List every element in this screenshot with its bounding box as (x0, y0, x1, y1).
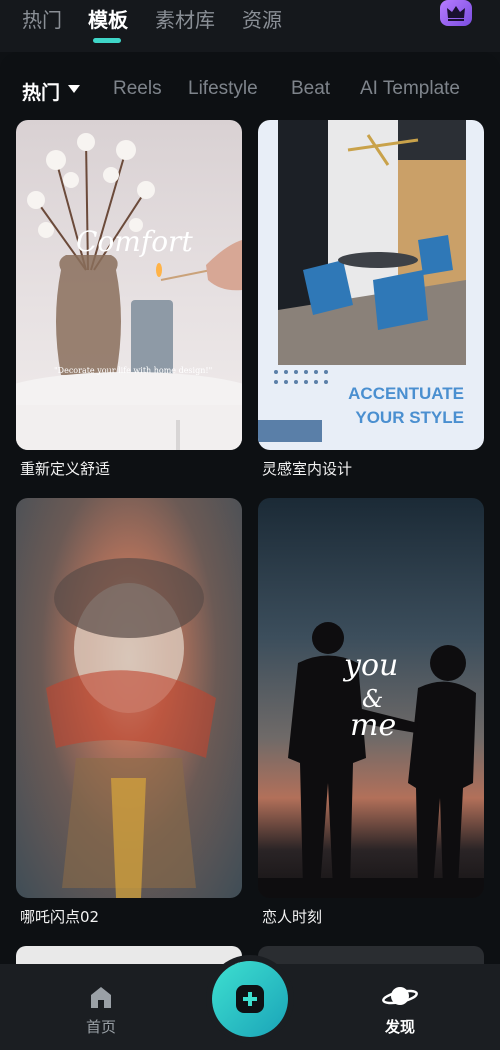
next-thumbnail-peek[interactable] (16, 946, 242, 964)
template-panel: 热门 Reels Lifestyle Beat AI Template Comf… (0, 52, 500, 964)
top-tab-resources[interactable]: 资源 (242, 4, 282, 33)
template-title: 重新定义舒适 (20, 460, 111, 478)
home-icon[interactable] (88, 984, 114, 1010)
crown-icon (447, 6, 465, 21)
comfort-caption: "Decorate your life with home design!" (54, 366, 213, 375)
template-thumbnail-nezha[interactable] (16, 498, 242, 898)
lovers-overlay-you: you (344, 648, 399, 683)
category-tab-lifestyle[interactable]: Lifestyle (188, 78, 258, 100)
template-thumbnail-comfort[interactable]: Comfort "Decorate your life with home de… (16, 120, 242, 450)
top-tab-bar: 热门 模板 素材库 资源 (0, 0, 500, 52)
top-tab-hot[interactable]: 热门 (22, 4, 62, 33)
category-tab-ai-template[interactable]: AI Template (360, 78, 460, 100)
bottom-navigation: 首页 发现 (0, 961, 500, 1050)
top-tab-templates[interactable]: 模板 (88, 4, 128, 33)
comfort-scene-image (16, 133, 242, 450)
template-thumbnail-lovers[interactable]: you & me (258, 498, 484, 898)
top-tab-library[interactable]: 素材库 (155, 4, 215, 33)
caret-down-icon[interactable] (68, 85, 80, 93)
category-tab-beat[interactable]: Beat (291, 78, 330, 100)
next-thumbnail-peek[interactable] (258, 946, 484, 964)
lovers-overlay-me: me (350, 708, 397, 743)
nezha-blur-image (46, 558, 216, 898)
plus-icon (236, 985, 264, 1013)
planet-icon[interactable] (382, 982, 418, 1010)
active-tab-indicator (93, 38, 121, 43)
create-button[interactable] (212, 961, 288, 1037)
template-title: 哪吒闪点02 (20, 908, 100, 926)
interior-overlay-line1: ACCENTUATE (348, 384, 464, 403)
interior-overlay-line2: YOUR STYLE (355, 408, 464, 427)
template-title: 灵感室内设计 (262, 460, 353, 478)
premium-button[interactable] (440, 0, 472, 26)
category-tab-reels[interactable]: Reels (113, 78, 162, 100)
category-tab-hot[interactable]: 热门 (22, 78, 60, 105)
template-thumbnail-interior[interactable]: ACCENTUATE YOUR STYLE (258, 120, 484, 450)
nav-discover-label[interactable]: 发现 (385, 1016, 415, 1037)
template-title: 恋人时刻 (262, 908, 323, 926)
nav-home-label[interactable]: 首页 (86, 1016, 116, 1037)
comfort-overlay-text: Comfort (76, 225, 193, 258)
